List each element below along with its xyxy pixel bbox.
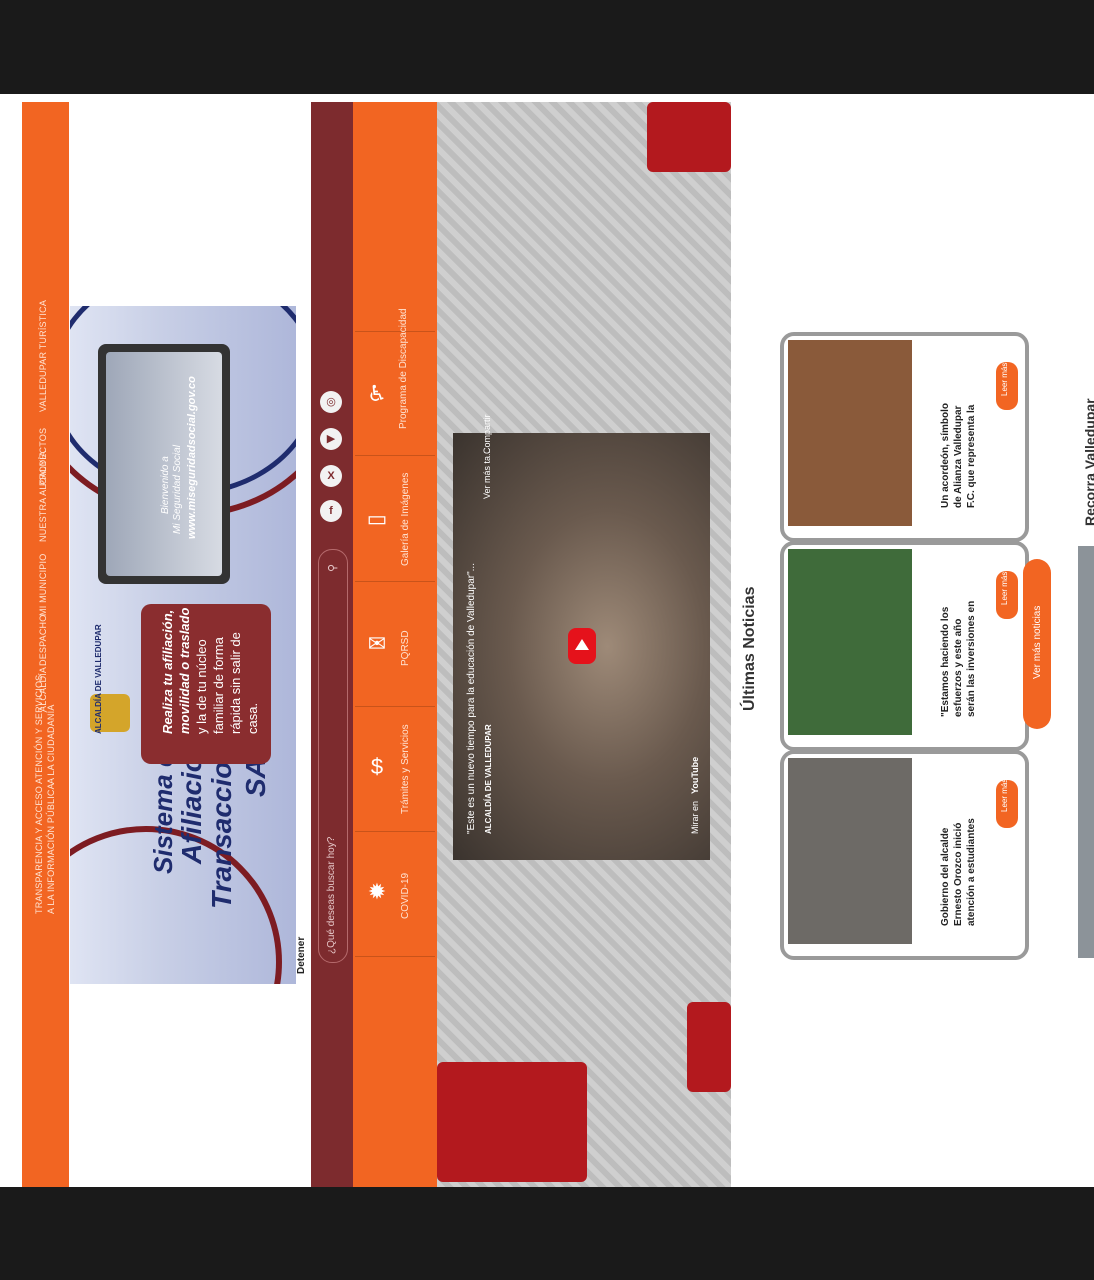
play-button[interactable] (568, 628, 596, 664)
news-headline[interactable]: esfuerzos y este año (953, 619, 966, 717)
bottom-black-bar (0, 1187, 1094, 1280)
news-card[interactable] (780, 541, 1029, 751)
youtube-logo[interactable]: YouTube (690, 757, 700, 794)
logo-text: ALCALDÍA DE VALLEDUPAR (94, 624, 103, 734)
watch-on-label: Mirar en (690, 800, 700, 834)
pqrsd-icon[interactable]: ✉ (364, 631, 390, 657)
banner-message-line: y la de tu núcleo (194, 639, 209, 734)
news-photo (788, 340, 912, 526)
page-rotated: TRANSPARENCIA Y ACCESO A LA INFORMACIÓN … (0, 94, 1094, 1187)
gallery-icon[interactable]: ▭ (364, 506, 390, 532)
covid-icon[interactable]: ✹ (364, 879, 390, 905)
quick-link-covid[interactable]: COVID-19 (400, 873, 411, 919)
nav-item-proyectos[interactable]: PROYECTOS (38, 428, 48, 486)
news-headline[interactable]: F.C. que representa la (966, 405, 979, 508)
divider (355, 831, 435, 832)
quick-link-pqrsd[interactable]: PQRSD (400, 630, 411, 666)
divider (355, 581, 435, 582)
quick-link-tramites[interactable]: Trámites y Servicios (400, 724, 411, 814)
news-headline[interactable]: Gobierno del alcalde (940, 828, 953, 926)
laptop-screen-text: Mi Seguridad Social (172, 445, 183, 534)
video-title[interactable]: "Este es un nuevo tiempo para la educaci… (466, 563, 477, 834)
divider (355, 331, 435, 332)
quick-link-discapacidad[interactable]: Programa de Discapacidad (398, 308, 409, 429)
recorra-valledupar-heading: Recorra Valledupar (1082, 398, 1094, 526)
news-photo (788, 758, 912, 944)
instagram-icon[interactable]: ◎ (320, 391, 342, 413)
read-more-label[interactable]: Leer más (1000, 779, 1009, 812)
more-news-label[interactable]: Ver más noticias (1032, 606, 1043, 679)
watch-later-button[interactable]: Ver más ta... (482, 448, 492, 499)
news-card[interactable] (780, 750, 1029, 960)
read-more-label[interactable]: Leer más (1000, 363, 1009, 396)
nav-item-valledupar-turistica[interactable]: VALLEDUPAR TURÍSTICA (38, 300, 48, 412)
search-icon[interactable]: ⚲ (326, 564, 339, 572)
nav-item-mi-municipio[interactable]: MI MUNICIPIO (38, 554, 48, 616)
news-headline[interactable]: Un acordeón, símbolo (940, 403, 953, 508)
top-black-bar (0, 0, 1094, 94)
map-preview[interactable] (1078, 546, 1094, 958)
divider (355, 956, 435, 957)
tramites-icon[interactable]: $ (364, 754, 390, 780)
banner-message-line: familiar de forma (211, 637, 226, 734)
nav-item-despacho[interactable]: DESPACHO (38, 615, 48, 666)
news-headline[interactable]: "Estamos haciendo los (940, 607, 953, 717)
youtube-icon[interactable]: ▶ (320, 428, 342, 450)
nav-item-transparencia[interactable]: TRANSPARENCIA Y ACCESO (34, 786, 44, 914)
laptop-screen-text: Bienvenido a (160, 456, 171, 514)
detener-button[interactable]: Detener (296, 937, 307, 974)
banner-message-line: movilidad o traslado (177, 607, 192, 734)
accordion-decor (437, 1062, 587, 1182)
nav-item-atencion-2[interactable]: A LA CIUDADANÍA (46, 704, 56, 784)
news-card[interactable] (780, 332, 1029, 542)
x-icon[interactable]: X (320, 465, 342, 487)
banner-message-line: Realiza tu afiliación, (160, 609, 175, 734)
news-headline[interactable]: atención a estudiantes (966, 818, 979, 926)
banner-url: www.miseguridadsocial.gov.co (186, 376, 198, 539)
read-more-label[interactable]: Leer más (1000, 572, 1009, 605)
news-section-title: Últimas Noticias (741, 586, 758, 711)
video-channel[interactable]: ALCALDÍA DE VALLEDUPAR (484, 724, 493, 834)
news-headline[interactable]: serán las inversiones en (966, 601, 979, 717)
share-button[interactable]: Compartir (482, 414, 492, 454)
banner-message-line: casa. (245, 702, 260, 734)
accordion-decor (647, 102, 731, 172)
news-photo (788, 549, 912, 735)
nav-item-alcaldia[interactable]: ALCALDÍA (38, 667, 48, 712)
news-headline[interactable]: Ernesto Orozco inició (953, 823, 966, 926)
banner-message-line: rápida sin salir de (228, 632, 243, 734)
divider (355, 455, 435, 456)
nav-item-transparencia-2[interactable]: A LA INFORMACIÓN PÚBLICA (46, 783, 56, 914)
disability-icon[interactable]: ♿ (364, 381, 390, 407)
facebook-icon[interactable]: f (320, 500, 342, 522)
quick-link-galeria[interactable]: Galería de Imágenes (400, 473, 411, 566)
search-placeholder: ¿Qué deseas buscar hoy? (326, 836, 337, 954)
divider (355, 706, 435, 707)
news-headline[interactable]: de Alianza Valledupar (953, 406, 966, 508)
accordion-decor (687, 1002, 731, 1092)
